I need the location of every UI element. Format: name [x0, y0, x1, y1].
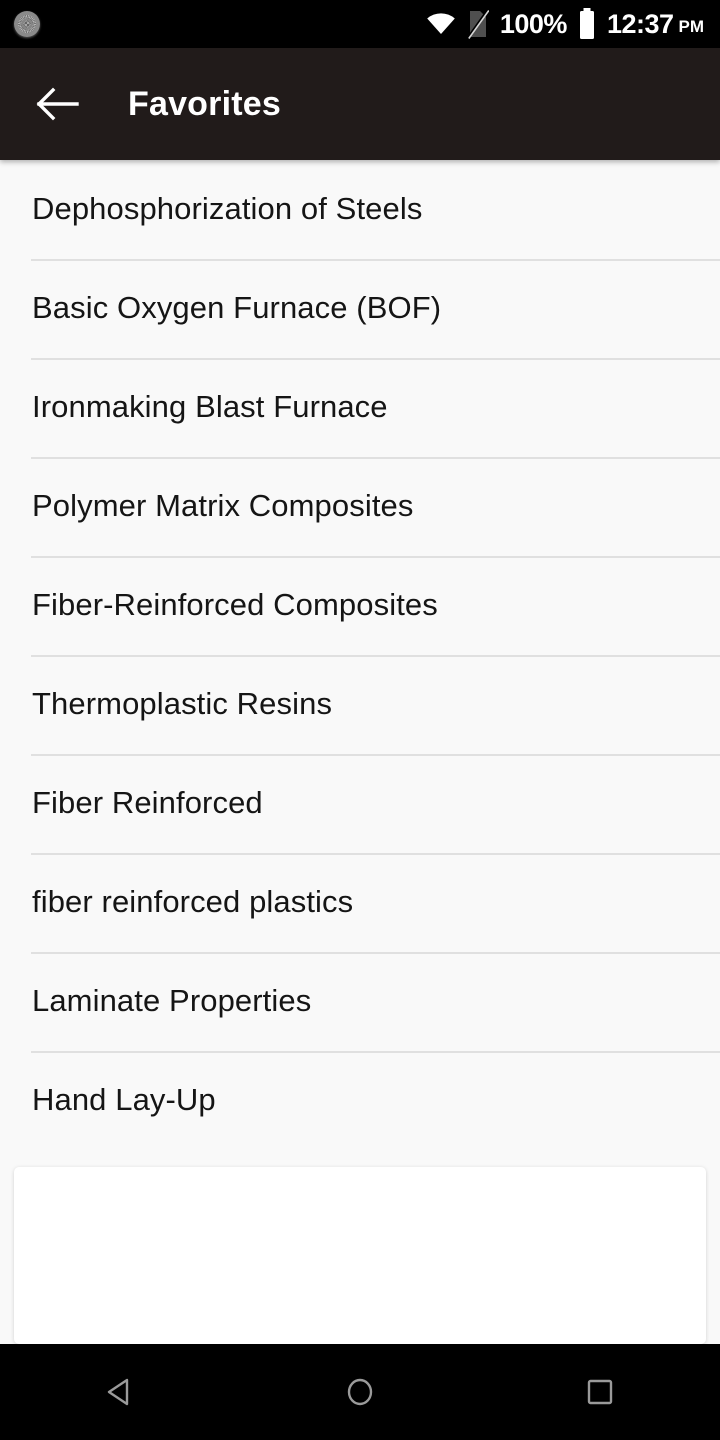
circle-home-icon — [343, 1375, 377, 1409]
triangle-back-icon — [103, 1375, 137, 1409]
nav-back-button[interactable] — [60, 1344, 180, 1440]
nav-recents-button[interactable] — [540, 1344, 660, 1440]
no-sim-icon — [466, 9, 489, 39]
list-item[interactable]: Ironmaking Blast Furnace — [0, 358, 720, 457]
list-item-label: Dephosphorization of Steels — [32, 191, 423, 227]
list-item[interactable]: Polymer Matrix Composites — [0, 457, 720, 556]
phone-screen: 100% 12:37 PM Favorites Dephosphorizatio… — [0, 0, 720, 1440]
square-recents-icon — [583, 1375, 617, 1409]
list-item-label: Fiber Reinforced — [32, 785, 263, 821]
battery-percent-label: 100% — [499, 8, 568, 39]
list-item[interactable]: Dephosphorization of Steels — [0, 160, 720, 259]
list-item-label: Hand Lay-Up — [32, 1082, 216, 1118]
status-bar-left — [14, 11, 40, 37]
page-title: Favorites — [128, 84, 281, 123]
status-bar-right: 100% 12:37 PM — [426, 8, 704, 40]
list-item-label: Thermoplastic Resins — [32, 686, 333, 722]
list-item[interactable]: Fiber Reinforced — [0, 754, 720, 853]
android-navigation-bar — [0, 1344, 720, 1440]
battery-full-icon — [578, 8, 596, 40]
list-item-label: Laminate Properties — [32, 983, 312, 1019]
list-item[interactable]: Laminate Properties — [0, 952, 720, 1051]
list-item[interactable]: Thermoplastic Resins — [0, 655, 720, 754]
list-item[interactable]: Hand Lay-Up — [0, 1051, 720, 1150]
ad-banner-card[interactable] — [14, 1167, 706, 1344]
list-item[interactable]: Basic Oxygen Furnace (BOF) — [0, 259, 720, 358]
back-button[interactable] — [34, 80, 82, 128]
list-item-label: Basic Oxygen Furnace (BOF) — [32, 290, 442, 326]
app-bar: Favorites — [0, 48, 720, 160]
list-item[interactable]: Fiber-Reinforced Composites — [0, 556, 720, 655]
list-item-label: Fiber-Reinforced Composites — [32, 587, 438, 623]
spinner-icon — [14, 11, 40, 37]
wifi-icon — [426, 12, 456, 36]
nav-home-button[interactable] — [300, 1344, 420, 1440]
list-item-label: Polymer Matrix Composites — [32, 488, 414, 524]
list-item-label: Ironmaking Blast Furnace — [32, 389, 388, 425]
clock-ampm-label: PM — [678, 17, 705, 36]
list-item-label: fiber reinforced plastics — [32, 884, 354, 920]
status-bar: 100% 12:37 PM — [0, 0, 720, 48]
clock-time-label: 12:37 — [606, 8, 674, 39]
list-item[interactable]: fiber reinforced plastics — [0, 853, 720, 952]
arrow-back-icon — [36, 86, 80, 122]
